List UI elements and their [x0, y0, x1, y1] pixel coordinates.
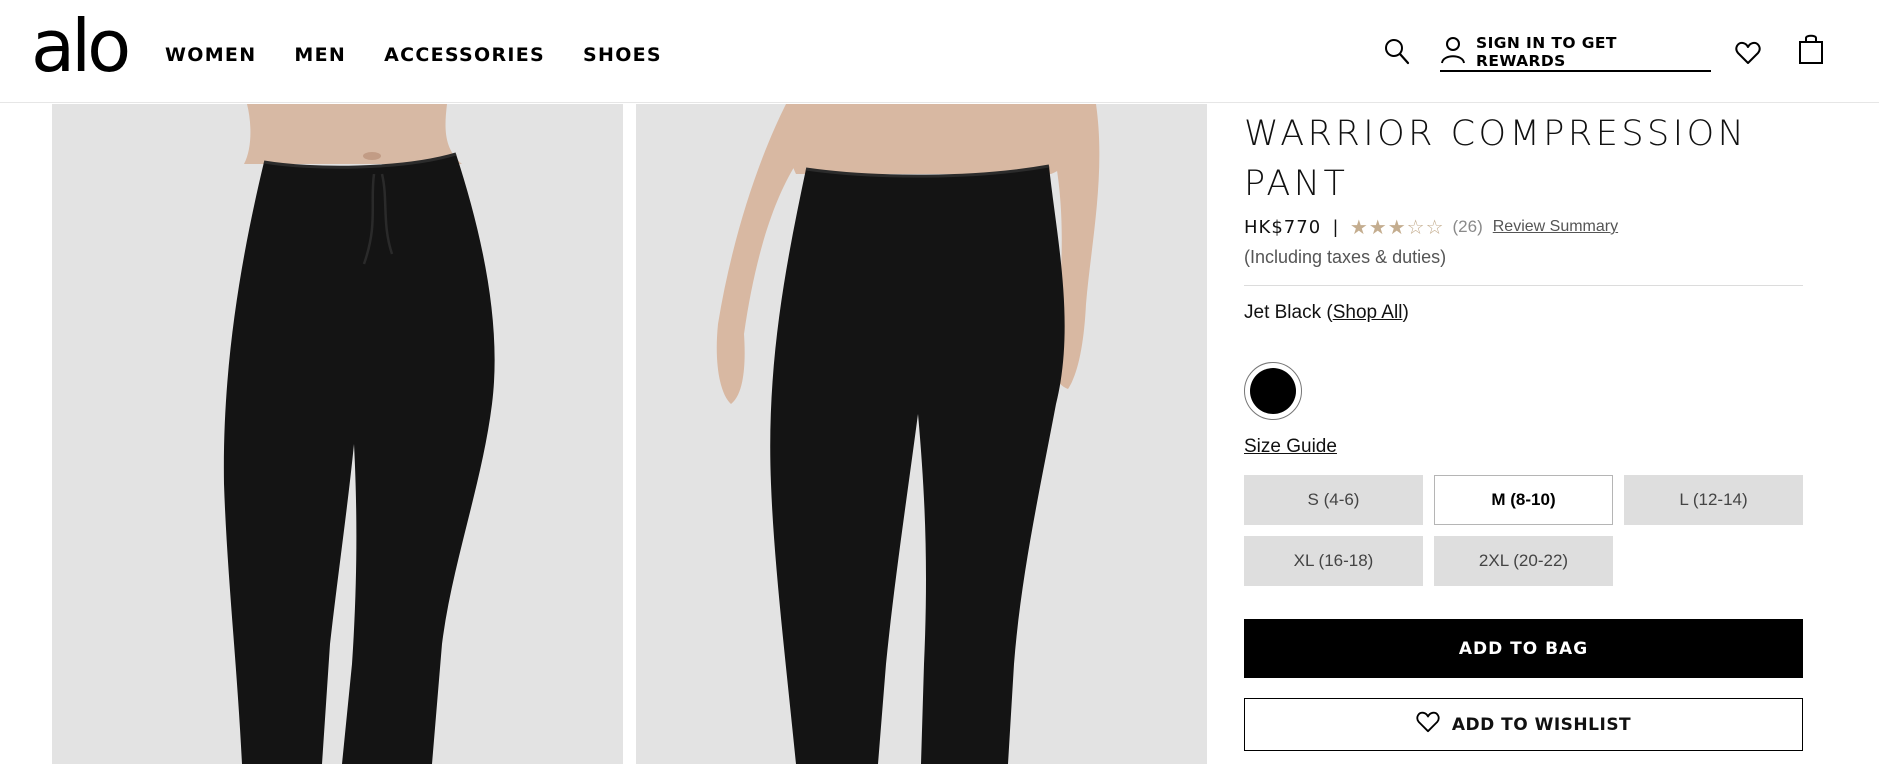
review-count: (26) [1452, 217, 1483, 236]
color-row: Jet Black (Shop All) [1244, 302, 1804, 324]
nav-item-men[interactable]: MEN [294, 44, 346, 66]
size-option-s[interactable]: S (4-6) [1244, 475, 1423, 525]
sign-in-label: SIGN IN TO GET REWARDS [1476, 34, 1617, 70]
shopping-bag-icon[interactable] [1798, 33, 1824, 70]
product-title-line-2: PANT [1244, 164, 1349, 204]
divider [1244, 285, 1803, 286]
leggings-back-illustration [636, 104, 1207, 764]
nav-item-women[interactable]: WOMEN [165, 44, 256, 66]
brand-logo[interactable]: alo [31, 10, 131, 82]
product-details-panel: WARRIOR COMPRESSION PANT HK$770 | ★★★☆☆ … [1244, 104, 1804, 751]
leggings-front-illustration [52, 104, 623, 764]
add-to-wishlist-label: ADD TO WISHLIST [1451, 714, 1632, 735]
add-to-bag-button[interactable]: ADD TO BAG [1244, 619, 1803, 678]
nav-item-accessories[interactable]: ACCESSORIES [384, 44, 545, 66]
search-icon[interactable] [1384, 38, 1410, 71]
product-price: HK$770 [1244, 216, 1322, 238]
main-nav: WOMEN MEN ACCESSORIES SHOES [165, 44, 700, 66]
color-swatch-jet-black[interactable] [1244, 362, 1302, 420]
heart-icon [1416, 711, 1452, 738]
shop-all-paren-open: ( [1321, 302, 1333, 323]
nav-item-shoes[interactable]: SHOES [583, 44, 662, 66]
shop-all-link[interactable]: Shop All [1333, 302, 1403, 323]
price-rating-row: HK$770 | ★★★☆☆ (26) Review Summary [1244, 215, 1804, 239]
review-summary-link[interactable]: Review Summary [1493, 218, 1618, 236]
add-to-wishlist-button[interactable]: ADD TO WISHLIST [1244, 698, 1803, 751]
heart-icon[interactable] [1735, 41, 1761, 70]
color-name: Jet Black [1244, 302, 1322, 323]
swatch-fill [1250, 368, 1296, 414]
price-separator: | [1333, 216, 1338, 237]
product-image-front[interactable] [52, 104, 623, 764]
size-option-m[interactable]: M (8-10) [1434, 475, 1613, 525]
sign-in-rewards-link[interactable]: SIGN IN TO GET REWARDS [1440, 34, 1711, 72]
size-option-l[interactable]: L (12-14) [1624, 475, 1803, 525]
product-image-back[interactable] [636, 104, 1207, 764]
product-title-line-1: WARRIOR COMPRESSION [1244, 114, 1748, 154]
product-title: WARRIOR COMPRESSION PANT [1244, 109, 1804, 209]
star-rating[interactable]: ★★★☆☆ [1350, 215, 1445, 240]
size-option-2xl[interactable]: 2XL (20-22) [1434, 536, 1613, 586]
site-header: alo WOMEN MEN ACCESSORIES SHOES SIGN IN … [0, 0, 1879, 103]
tax-note: (Including taxes & duties) [1244, 247, 1447, 267]
user-icon [1440, 36, 1466, 69]
shop-all-paren-close: ) [1402, 302, 1409, 323]
size-option-xl[interactable]: XL (16-18) [1244, 536, 1423, 586]
size-guide-link[interactable]: Size Guide [1244, 436, 1337, 458]
size-selector: S (4-6) M (8-10) L (12-14) XL (16-18) 2X… [1244, 475, 1804, 586]
